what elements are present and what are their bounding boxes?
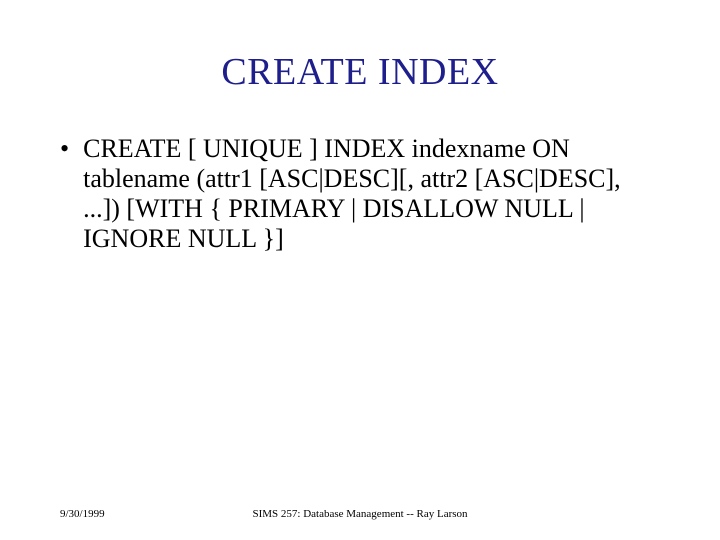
slide-footer: 9/30/1999 SIMS 257: Database Management … — [0, 508, 720, 520]
footer-date: 9/30/1999 — [60, 508, 105, 520]
slide-container: CREATE INDEX • CREATE [ UNIQUE ] INDEX i… — [0, 0, 720, 540]
footer-course: SIMS 257: Database Management -- Ray Lar… — [252, 508, 467, 520]
bullet-text: CREATE [ UNIQUE ] INDEX indexname ON tab… — [83, 134, 660, 254]
bullet-marker: • — [60, 134, 69, 164]
slide-body: • CREATE [ UNIQUE ] INDEX indexname ON t… — [60, 134, 660, 254]
bullet-item: • CREATE [ UNIQUE ] INDEX indexname ON t… — [84, 134, 660, 254]
slide-title: CREATE INDEX — [60, 50, 660, 94]
